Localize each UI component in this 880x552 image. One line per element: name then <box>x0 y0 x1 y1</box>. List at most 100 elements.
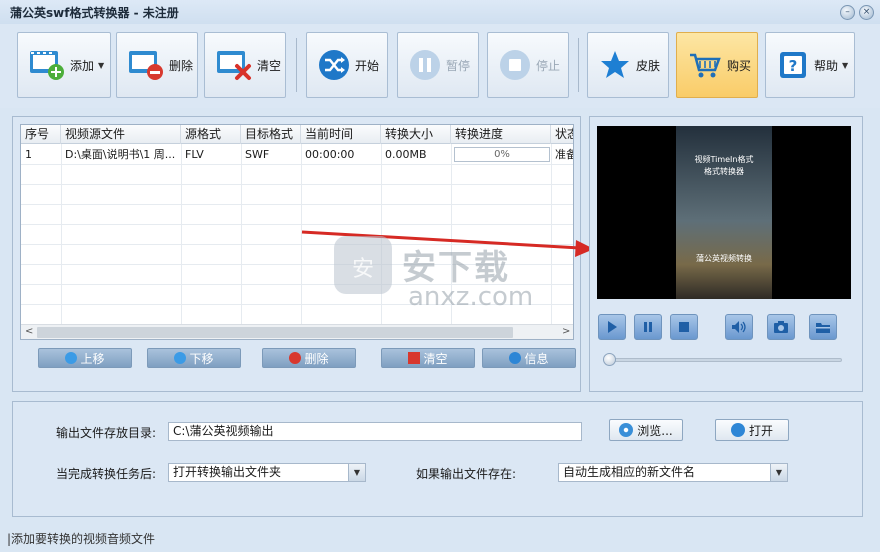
watermark-subtext: anxz.com <box>408 282 534 312</box>
delete-button[interactable]: 删除 <box>116 32 198 98</box>
dropdown-arrow-icon[interactable]: ▼ <box>842 61 848 70</box>
open-label: 打开 <box>748 423 773 438</box>
svg-text:?: ? <box>789 57 798 75</box>
browse-icon <box>619 423 634 437</box>
open-button[interactable]: 打开 <box>715 419 789 441</box>
arrow-up-icon <box>65 352 78 364</box>
arrow-down-icon <box>174 352 187 364</box>
pause-button[interactable]: 暂停 <box>397 32 479 98</box>
status-bar: |添加要转换的视频音频文件 <box>7 532 156 546</box>
volume-button[interactable] <box>725 314 753 340</box>
add-label: 添加 <box>70 58 95 73</box>
video-overlay-subtitle: 格式转换器 <box>704 167 744 176</box>
chevron-down-icon[interactable]: ▼ <box>770 464 787 481</box>
shuffle-icon <box>319 50 349 80</box>
clear-file-icon <box>217 51 251 80</box>
stop-button[interactable]: 停止 <box>487 32 569 98</box>
after-task-label: 当完成转换任务后: <box>56 467 157 481</box>
close-button[interactable]: × <box>859 5 874 20</box>
clear-label: 清空 <box>257 58 282 73</box>
toolbar-divider <box>578 38 579 92</box>
add-file-icon <box>30 51 64 80</box>
file-exists-label: 如果输出文件存在: <box>416 467 517 481</box>
scroll-left-icon[interactable]: < <box>25 325 33 339</box>
video-preview: 视频TimeIn格式 格式转换器 蒲公英视频转换 <box>597 126 851 299</box>
column-header[interactable]: 视频源文件 <box>61 125 181 144</box>
star-icon <box>601 51 629 78</box>
pause-icon <box>644 322 652 332</box>
list-delete-button[interactable]: 删除 <box>262 348 356 368</box>
pause-icon <box>410 50 440 80</box>
help-icon: ? <box>780 52 806 78</box>
dropdown-arrow-icon[interactable]: ▼ <box>98 61 104 70</box>
info-icon <box>509 352 522 364</box>
cross-icon <box>408 352 421 364</box>
video-overlay-caption: 蒲公英视频转换 <box>696 254 752 263</box>
move-up-label: 上移 <box>80 351 105 366</box>
start-label: 开始 <box>355 58 380 73</box>
camera-icon <box>774 321 788 333</box>
chevron-down-icon[interactable]: ▼ <box>348 464 365 481</box>
cell-source: D:\桌面\说明书\1 周... <box>65 148 176 161</box>
column-header[interactable]: 目标格式 <box>241 125 301 144</box>
progress-bar: 0% <box>454 147 550 162</box>
cell-index: 1 <box>25 148 32 161</box>
help-button[interactable]: ? 帮助 ▼ <box>765 32 855 98</box>
buy-label: 购买 <box>727 58 752 73</box>
seek-slider-handle[interactable] <box>603 353 616 366</box>
title-bar: 蒲公英swf格式转换器 - 未注册 – × <box>0 0 880 24</box>
start-button[interactable]: 开始 <box>306 32 388 98</box>
toolbar: 添加 ▼ 删除 清空 开始 暂停 停止 皮肤 购买 ? 帮助 ▼ <box>0 24 880 108</box>
cell-time: 00:00:00 <box>305 148 355 161</box>
cell-source-format: FLV <box>185 148 204 161</box>
skin-button[interactable]: 皮肤 <box>587 32 669 98</box>
stop-preview-button[interactable] <box>670 314 698 340</box>
minus-circle-icon <box>289 352 302 364</box>
pause-preview-button[interactable] <box>634 314 662 340</box>
browse-label: 浏览... <box>637 423 673 438</box>
buy-button[interactable]: 购买 <box>676 32 758 98</box>
snapshot-button[interactable] <box>767 314 795 340</box>
move-up-button[interactable]: 上移 <box>38 348 132 368</box>
column-header[interactable]: 源格式 <box>181 125 241 144</box>
cell-target-format: SWF <box>245 148 270 161</box>
play-button[interactable] <box>598 314 626 340</box>
video-frame: 视频TimeIn格式 格式转换器 蒲公英视频转换 <box>676 126 772 299</box>
clear-button[interactable]: 清空 <box>204 32 286 98</box>
table-header: 序号 视频源文件 源格式 目标格式 当前时间 转换大小 转换进度 状态 <box>21 125 573 144</box>
move-down-button[interactable]: 下移 <box>147 348 241 368</box>
list-clear-label: 清空 <box>423 351 448 366</box>
column-header[interactable]: 当前时间 <box>301 125 381 144</box>
stop-label: 停止 <box>536 58 561 73</box>
cell-size: 0.00MB <box>385 148 427 161</box>
pause-label: 暂停 <box>446 58 471 73</box>
info-button[interactable]: 信息 <box>482 348 576 368</box>
skin-label: 皮肤 <box>636 58 661 73</box>
delete-file-icon <box>129 51 163 80</box>
add-button[interactable]: 添加 ▼ <box>17 32 111 98</box>
browse-button[interactable]: 浏览... <box>609 419 683 441</box>
list-delete-label: 删除 <box>304 351 329 366</box>
minimize-button[interactable]: – <box>840 5 855 20</box>
shopping-cart-icon <box>690 53 721 78</box>
column-header[interactable]: 转换大小 <box>381 125 451 144</box>
horizontal-scrollbar[interactable]: < > <box>21 324 573 339</box>
column-header[interactable]: 状态 <box>551 125 573 144</box>
play-icon <box>608 321 617 333</box>
output-dir-label: 输出文件存放目录: <box>56 426 157 440</box>
list-clear-button[interactable]: 清空 <box>381 348 475 368</box>
column-header[interactable]: 转换进度 <box>451 125 551 144</box>
scrollbar-thumb[interactable] <box>37 327 513 338</box>
folder-button[interactable] <box>809 314 837 340</box>
after-task-select[interactable]: 打开转换输出文件夹 ▼ <box>168 463 366 482</box>
file-exists-select[interactable]: 自动生成相应的新文件名 ▼ <box>558 463 788 482</box>
svg-text:安: 安 <box>352 257 374 282</box>
column-header[interactable]: 序号 <box>21 125 61 144</box>
stop-icon <box>500 50 530 80</box>
scroll-right-icon[interactable]: > <box>562 325 570 339</box>
speaker-icon <box>732 321 746 333</box>
output-dir-field[interactable]: C:\蒲公英视频输出 <box>168 422 582 441</box>
folder-icon <box>816 323 830 333</box>
video-overlay-title: 视频TimeIn格式 <box>694 155 754 164</box>
seek-slider-track[interactable] <box>606 358 842 362</box>
